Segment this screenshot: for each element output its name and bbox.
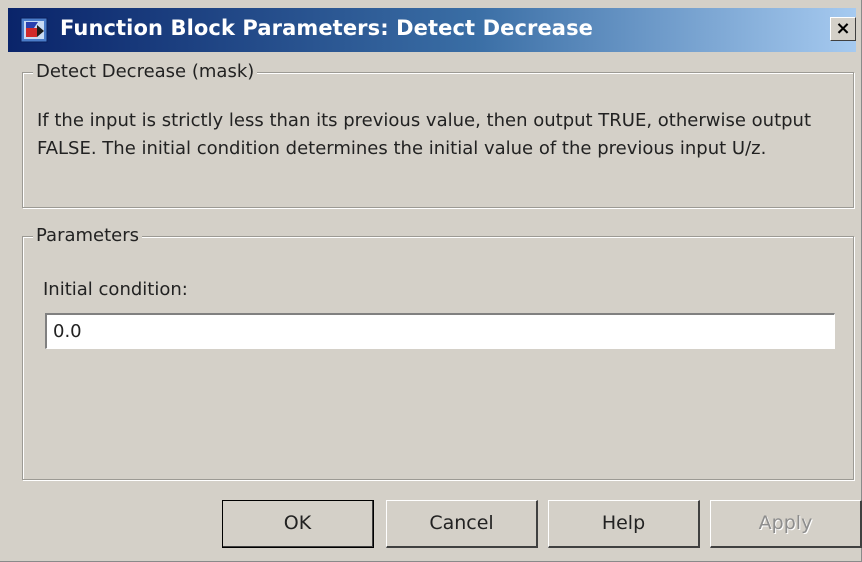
description-group-legend: Detect Decrease (mask) (33, 60, 258, 84)
close-icon: × (835, 18, 851, 39)
parameters-group-legend: Parameters (33, 224, 143, 248)
description-group: Detect Decrease (mask) If the input is s… (22, 60, 854, 208)
initial-condition-input[interactable] (44, 312, 836, 350)
close-button[interactable]: × (830, 17, 856, 41)
simulink-block-icon (20, 17, 48, 43)
ok-button[interactable]: OK (222, 500, 374, 548)
block-description: If the input is strictly less than its p… (37, 110, 812, 159)
cancel-button[interactable]: Cancel (386, 500, 538, 548)
window-title: Function Block Parameters: Detect Decrea… (60, 16, 594, 40)
parameters-group: Parameters Initial condition: (22, 224, 854, 480)
apply-button: Apply (710, 500, 862, 548)
help-button[interactable]: Help (548, 500, 700, 548)
title-bar[interactable]: Function Block Parameters: Detect Decrea… (8, 8, 856, 52)
initial-condition-label: Initial condition: (43, 279, 188, 300)
dialog-window: Function Block Parameters: Detect Decrea… (0, 0, 862, 562)
